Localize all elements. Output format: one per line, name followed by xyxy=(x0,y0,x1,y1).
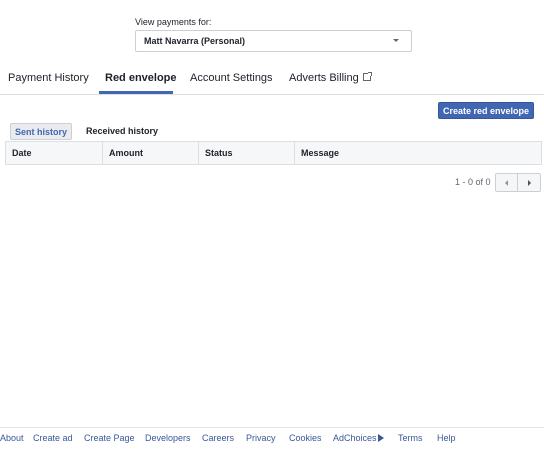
pagination-range: 1 - 0 of 0 xyxy=(455,177,491,187)
history-table: Date Amount Status Message xyxy=(5,141,542,165)
footer-link-careers[interactable]: Careers xyxy=(202,433,234,443)
footer-link-create-page[interactable]: Create Page xyxy=(84,433,135,443)
footer-link-privacy[interactable]: Privacy xyxy=(246,433,276,443)
account-select[interactable]: Matt Navarra (Personal) xyxy=(135,30,412,52)
received-history-tab[interactable]: Received history xyxy=(86,123,158,140)
footer-divider xyxy=(0,427,544,428)
sent-history-tab[interactable]: Sent history xyxy=(10,123,72,140)
external-link-icon xyxy=(362,72,372,81)
footer-link-help[interactable]: Help xyxy=(437,433,456,443)
tab-red-envelope[interactable]: Red envelope xyxy=(105,72,177,84)
account-select-value: Matt Navarra (Personal) xyxy=(144,36,246,46)
tab-account-settings[interactable]: Account Settings xyxy=(190,72,273,84)
create-red-envelope-button[interactable]: Create red envelope xyxy=(438,102,534,119)
active-tab-indicator xyxy=(99,91,173,94)
chevron-right-icon xyxy=(528,180,531,186)
footer-link-developers[interactable]: Developers xyxy=(145,433,191,443)
footer-link-create-ad[interactable]: Create ad xyxy=(33,433,73,443)
footer-link-about[interactable]: About xyxy=(0,433,24,443)
column-header-status[interactable]: Status xyxy=(199,142,295,164)
footer-link-cookies[interactable]: Cookies xyxy=(289,433,322,443)
view-payments-label: View payments for: xyxy=(135,17,212,27)
previous-page-button[interactable] xyxy=(495,173,518,192)
footer-link-adchoices[interactable]: AdChoices xyxy=(333,433,384,443)
billing-tabs: Payment History Red envelope Account Set… xyxy=(0,62,544,95)
footer-link-adchoices-label: AdChoices xyxy=(333,433,377,443)
column-header-date[interactable]: Date xyxy=(6,142,103,164)
chevron-left-icon xyxy=(505,180,508,186)
adchoices-icon xyxy=(377,434,384,442)
tab-payment-history[interactable]: Payment History xyxy=(8,72,89,84)
dropdown-caret-icon xyxy=(393,39,399,42)
column-header-amount[interactable]: Amount xyxy=(103,142,199,164)
column-header-message[interactable]: Message xyxy=(295,142,541,164)
tab-adverts-billing[interactable]: Adverts Billing xyxy=(289,72,372,84)
footer-link-terms[interactable]: Terms xyxy=(398,433,423,443)
tab-adverts-billing-label: Adverts Billing xyxy=(289,72,359,84)
next-page-button[interactable] xyxy=(518,173,541,192)
